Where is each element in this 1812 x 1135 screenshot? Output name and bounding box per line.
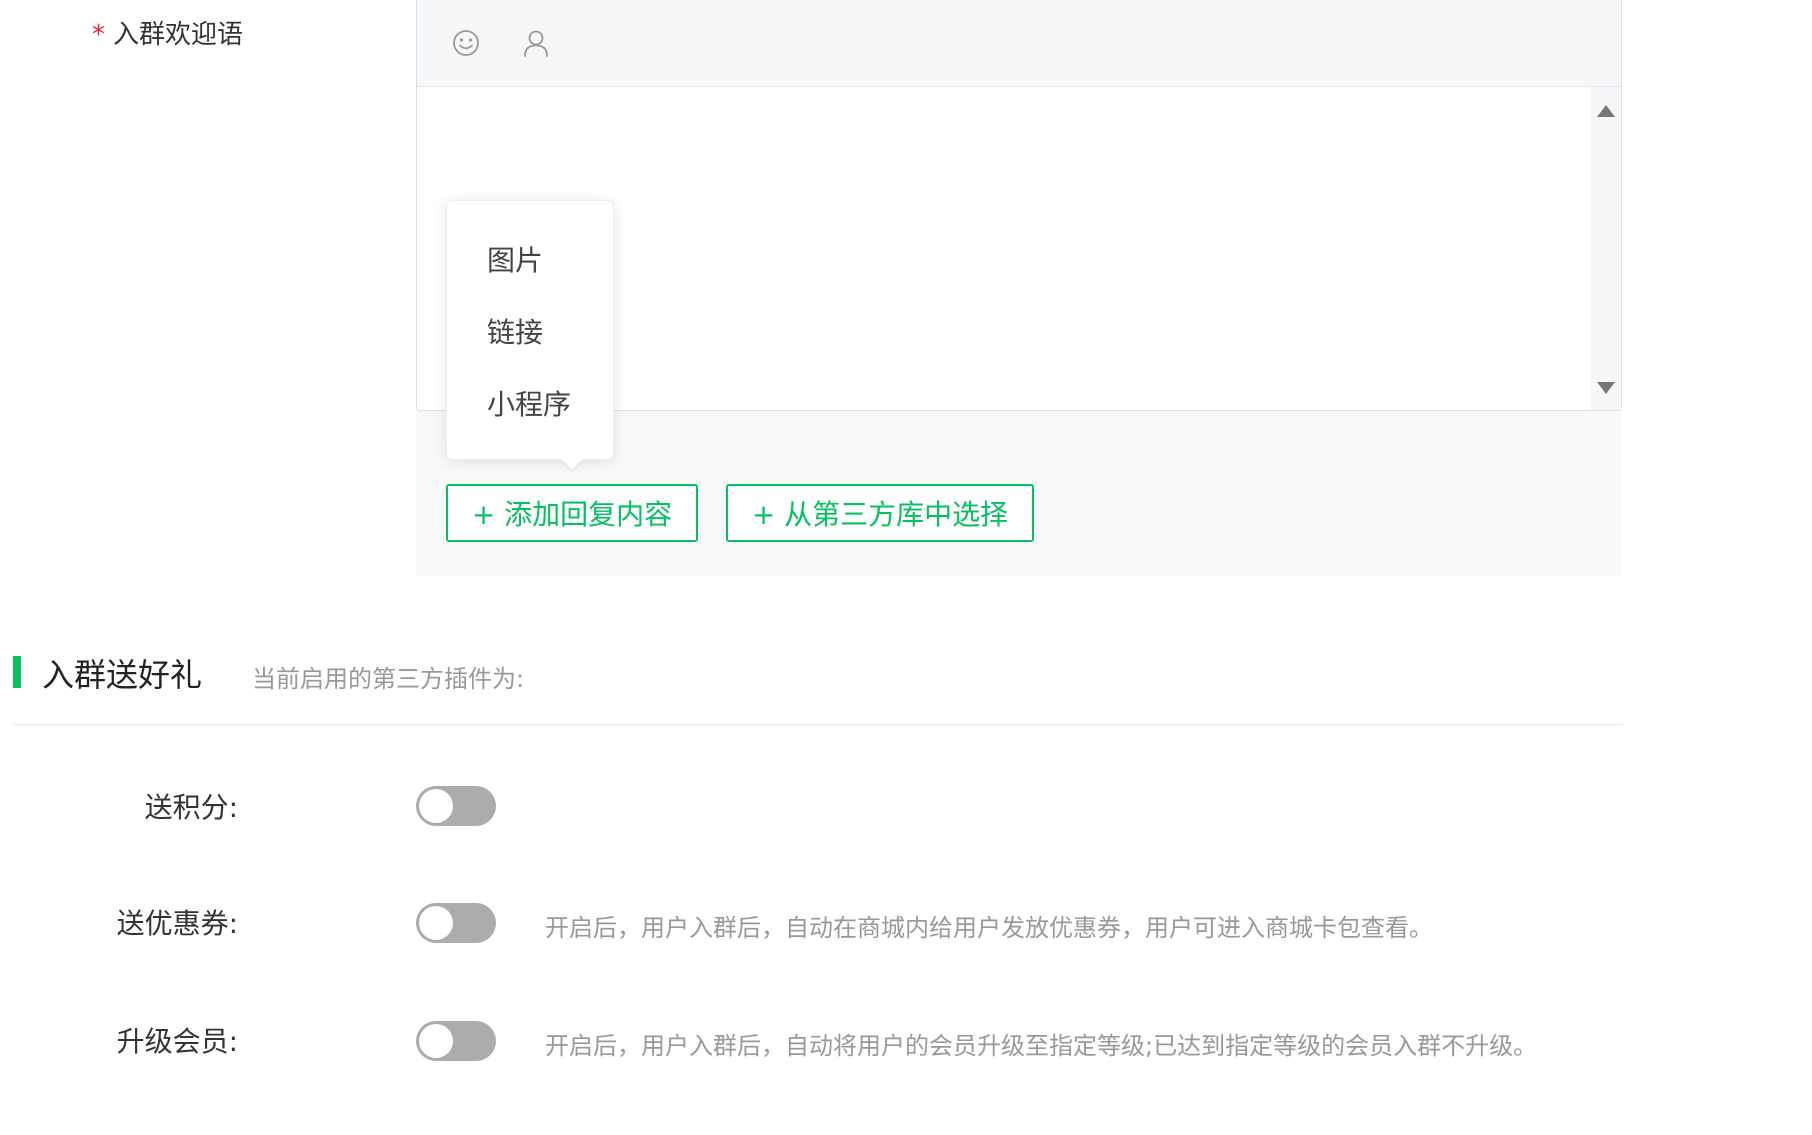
send-coupon-toggle[interactable] <box>416 903 496 943</box>
send-coupon-label: 送优惠券: <box>116 907 238 940</box>
section-title: 入群送好礼 <box>42 656 203 694</box>
menu-item-link[interactable]: 链接 <box>487 311 543 351</box>
send-points-toggle[interactable] <box>416 786 496 826</box>
add-content-menu: 图片 链接 小程序 <box>446 200 614 460</box>
toggle-knob <box>419 789 453 823</box>
required-mark: * <box>92 20 105 50</box>
emoji-icon[interactable] <box>451 28 481 58</box>
upgrade-member-toggle[interactable] <box>416 1021 496 1061</box>
upgrade-member-label: 升级会员: <box>116 1025 238 1058</box>
toggle-knob <box>419 906 453 940</box>
scroll-down-arrow-icon[interactable] <box>1597 382 1615 394</box>
welcome-message-label: * 入群欢迎语 <box>92 14 243 51</box>
user-icon[interactable] <box>521 28 551 58</box>
editor-toolbar <box>417 0 1621 87</box>
menu-item-image[interactable]: 图片 <box>487 239 543 279</box>
send-coupon-hint: 开启后，用户入群后，自动在商城内给用户发放优惠券，用户可进入商城卡包查看。 <box>545 914 1433 942</box>
send-points-label: 送积分: <box>144 791 238 824</box>
select-from-third-party-button[interactable]: + 从第三方库中选择 <box>726 484 1034 542</box>
upgrade-member-hint: 开启后，用户入群后，自动将用户的会员升级至指定等级;已达到指定等级的会员入群不升… <box>545 1032 1538 1060</box>
section-divider <box>13 724 1623 725</box>
editor-scrollbar[interactable] <box>1591 87 1621 410</box>
scroll-up-arrow-icon[interactable] <box>1597 105 1615 117</box>
section-accent-bar <box>13 656 21 688</box>
add-reply-content-button[interactable]: + 添加回复内容 <box>446 484 698 542</box>
toggle-knob <box>419 1024 453 1058</box>
plugin-note: 当前启用的第三方插件为: <box>252 665 525 693</box>
welcome-message-label-text: 入群欢迎语 <box>113 20 244 50</box>
menu-item-mini-program[interactable]: 小程序 <box>487 383 571 423</box>
